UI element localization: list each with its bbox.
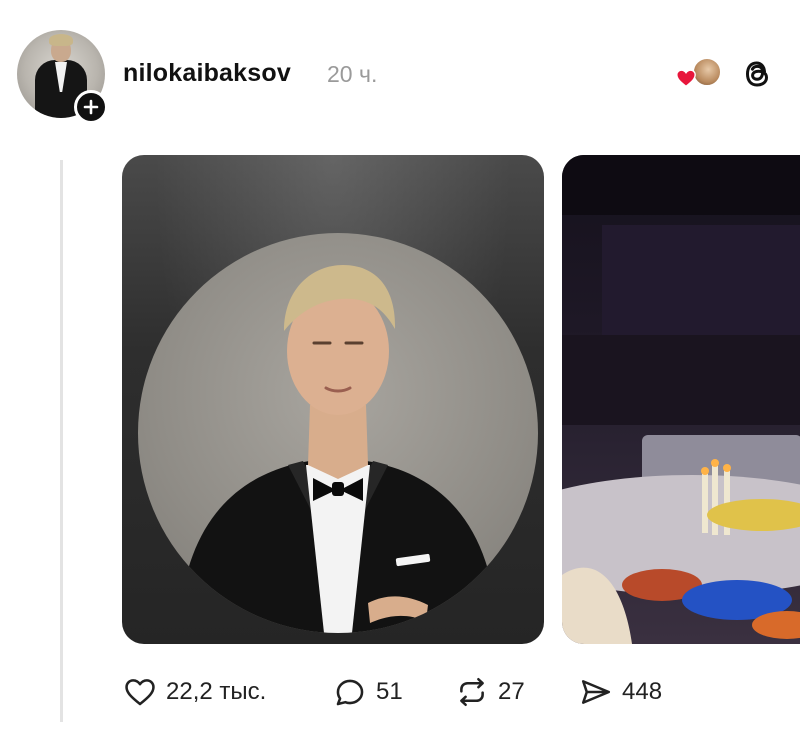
like-button[interactable]: 22,2 тыс. [122, 672, 266, 712]
heart-icon [676, 69, 696, 88]
post-actions-bar: 22,2 тыс. 51 27 448 [122, 672, 682, 712]
share-button[interactable]: 448 [578, 672, 662, 712]
repost-count: 27 [498, 678, 525, 705]
comment-count: 51 [376, 678, 403, 705]
comment-button[interactable]: 51 [332, 672, 403, 712]
heart-outline-icon [125, 679, 155, 706]
repost-icon [460, 677, 484, 707]
post-image-portrait[interactable] [122, 155, 544, 644]
share-count: 448 [622, 678, 663, 705]
post-username[interactable]: nilokaibaksov [123, 59, 291, 88]
man-in-tuxedo-illustration [178, 265, 498, 633]
thread-line [60, 160, 63, 722]
banquet-hall-illustration [562, 155, 800, 644]
liked-by-indicator[interactable] [675, 57, 723, 91]
threads-icon[interactable] [740, 56, 774, 92]
like-count: 22,2 тыс. [166, 678, 267, 705]
post-time: 20 ч. [327, 61, 378, 87]
repost-button[interactable]: 27 [454, 672, 525, 712]
portrait-circle [138, 233, 538, 633]
plus-icon [83, 99, 99, 115]
comment-bubble-icon [336, 679, 364, 706]
follow-plus-button[interactable] [74, 90, 108, 124]
post-image-banquet[interactable] [562, 155, 800, 644]
avatar-hair [49, 34, 73, 46]
send-share-icon [581, 680, 611, 704]
